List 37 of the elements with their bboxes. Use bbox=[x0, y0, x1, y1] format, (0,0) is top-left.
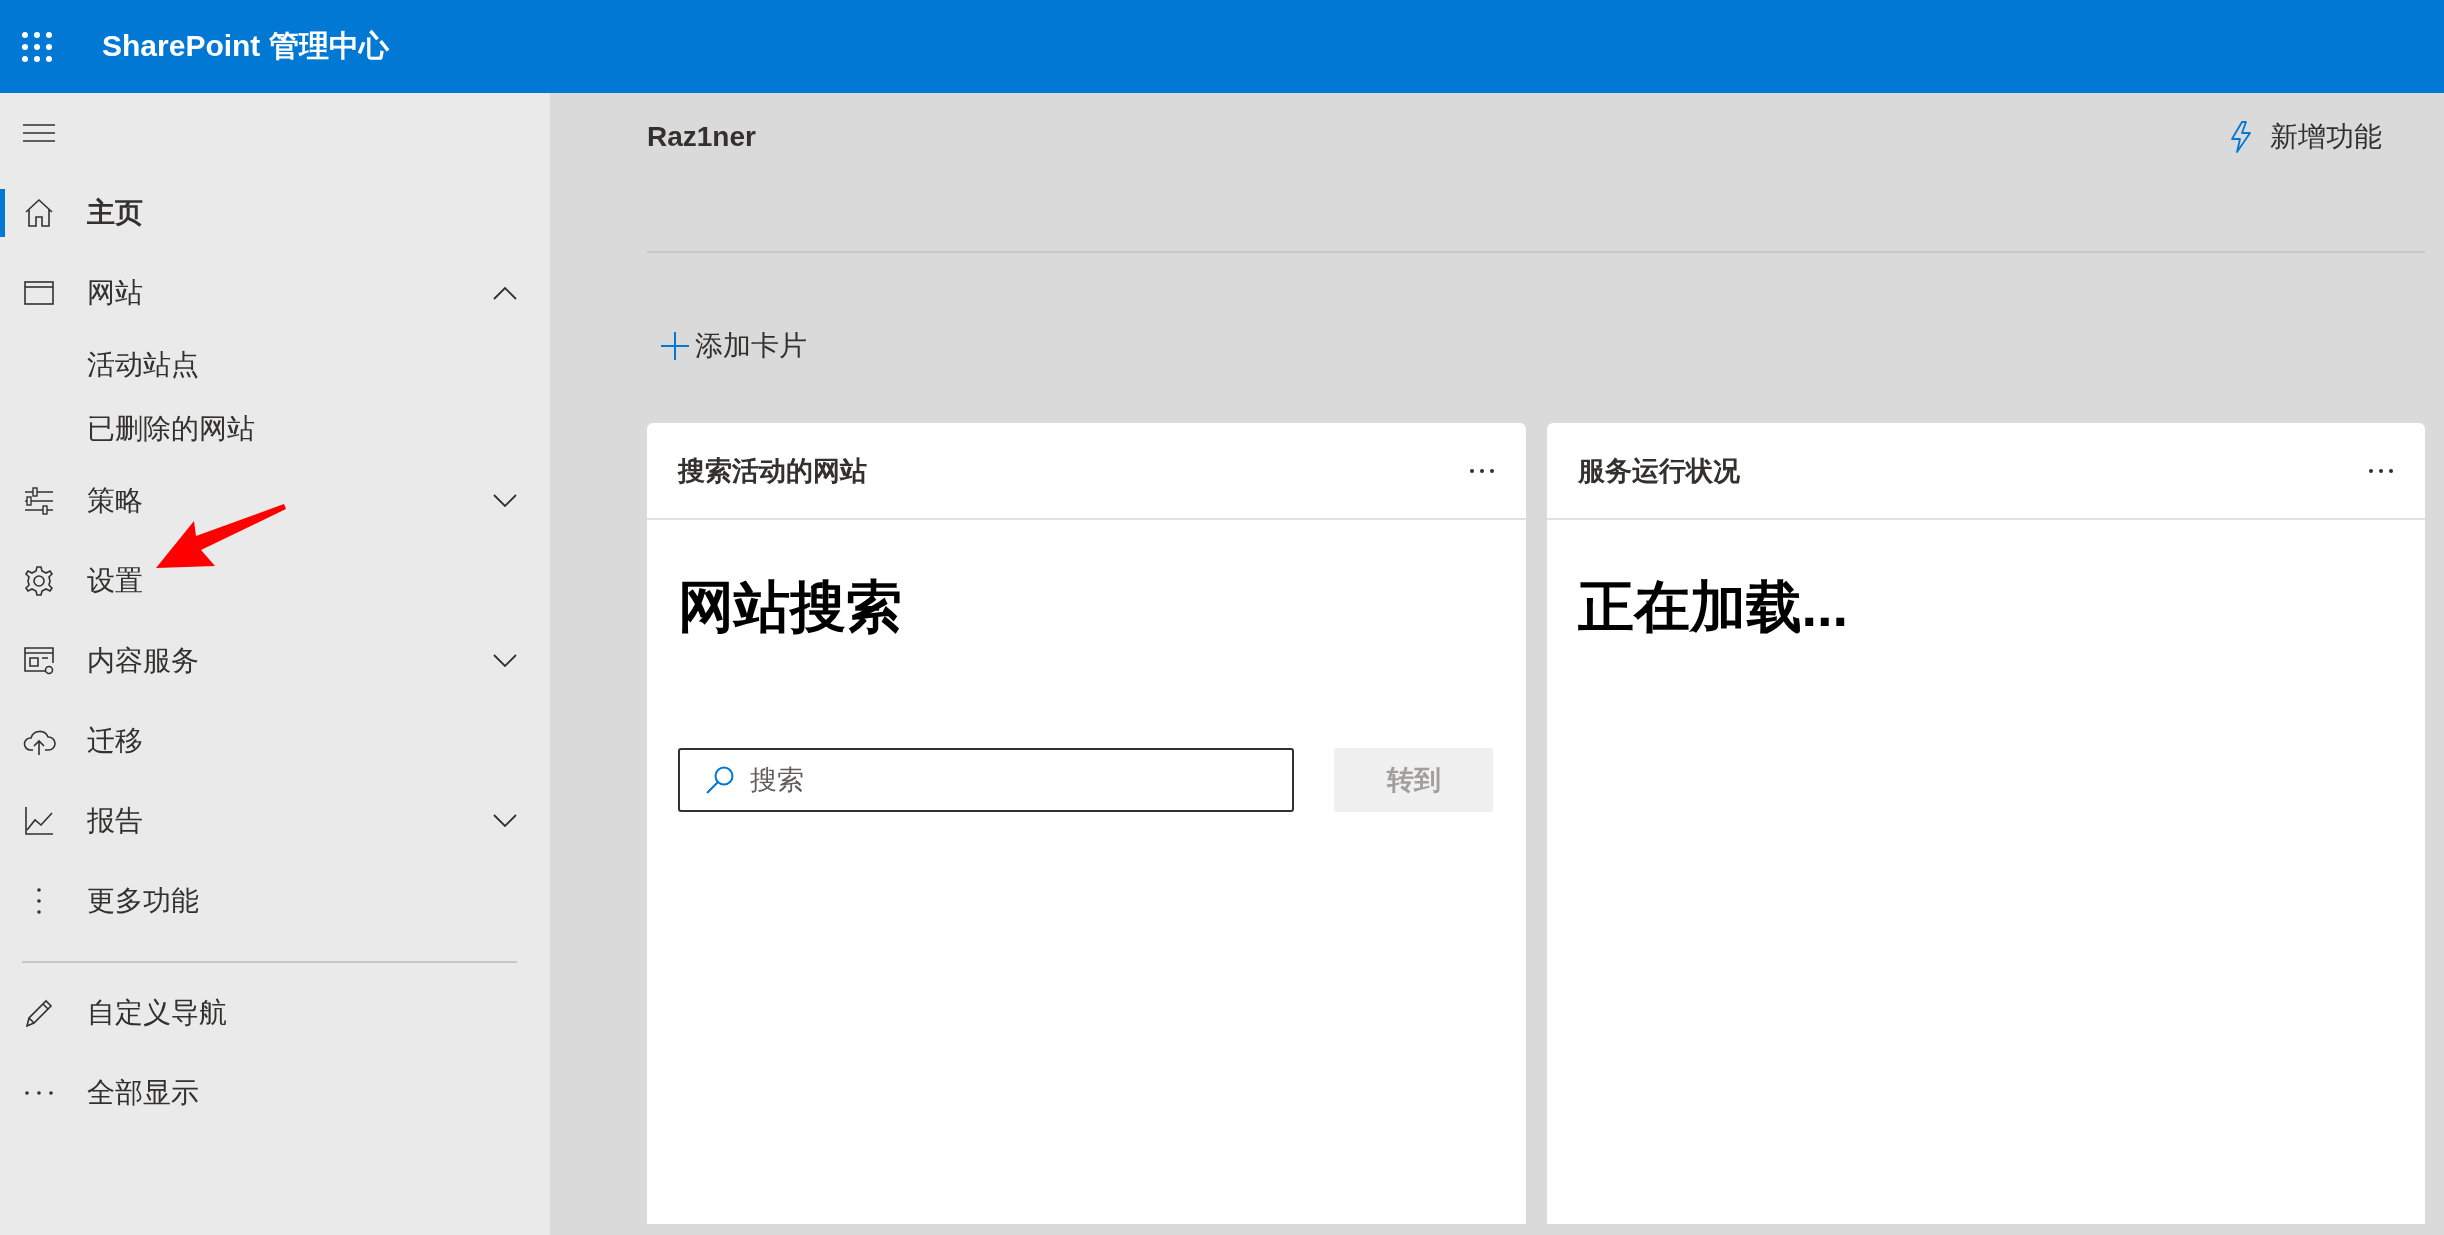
search-icon bbox=[704, 764, 736, 796]
chevron-up-icon[interactable] bbox=[492, 285, 518, 301]
nav-item[interactable]: 报告 bbox=[0, 781, 550, 861]
gear-icon bbox=[22, 564, 56, 598]
nav-item[interactable]: 策略 bbox=[0, 461, 550, 541]
sliders-icon bbox=[22, 484, 56, 518]
line-chart-icon bbox=[22, 804, 56, 838]
chevron-down-icon[interactable] bbox=[492, 493, 518, 509]
loading-text: 正在加载... bbox=[1577, 574, 1850, 640]
nav-item[interactable]: 网站 bbox=[0, 253, 550, 333]
nav-subitem[interactable]: 活动站点 bbox=[0, 333, 550, 397]
app-launcher-icon[interactable] bbox=[22, 31, 52, 62]
nav-item[interactable]: 自定义导航 bbox=[0, 973, 550, 1053]
more-icon[interactable] bbox=[2368, 467, 2394, 474]
lightning-icon bbox=[2228, 120, 2254, 154]
card-title: 服务运行状况 bbox=[1577, 454, 1741, 488]
app-title: SharePoint 管理中心 bbox=[102, 28, 389, 64]
chevron-down-icon[interactable] bbox=[492, 813, 518, 829]
plus-icon bbox=[659, 330, 691, 362]
card-title: 搜索活动的网站 bbox=[678, 454, 868, 488]
nav-item[interactable]: 迁移 bbox=[0, 701, 550, 781]
nav-item[interactable]: 内容服务 bbox=[0, 621, 550, 701]
nav-subitem[interactable]: 已删除的网站 bbox=[0, 397, 550, 461]
search-field[interactable]: 搜索 bbox=[678, 748, 1294, 812]
nav-item[interactable]: 设置 bbox=[0, 541, 550, 621]
nav-item[interactable]: 全部显示 bbox=[0, 1053, 550, 1133]
nav-item[interactable]: 更多功能 bbox=[0, 861, 550, 941]
vertical-dots-icon bbox=[36, 887, 42, 915]
whats-new-button[interactable]: 新增功能 bbox=[2228, 118, 2382, 156]
menu-icon[interactable] bbox=[22, 123, 56, 143]
nav-item[interactable]: 主页 bbox=[0, 173, 550, 253]
card-heading: 网站搜索 bbox=[678, 574, 903, 640]
chevron-down-icon[interactable] bbox=[492, 653, 518, 669]
add-card-button[interactable]: 添加卡片 bbox=[659, 323, 807, 369]
more-icon[interactable] bbox=[1468, 467, 1495, 474]
more-icon bbox=[24, 1090, 54, 1096]
tenant-name: Raz1ner bbox=[647, 121, 757, 153]
